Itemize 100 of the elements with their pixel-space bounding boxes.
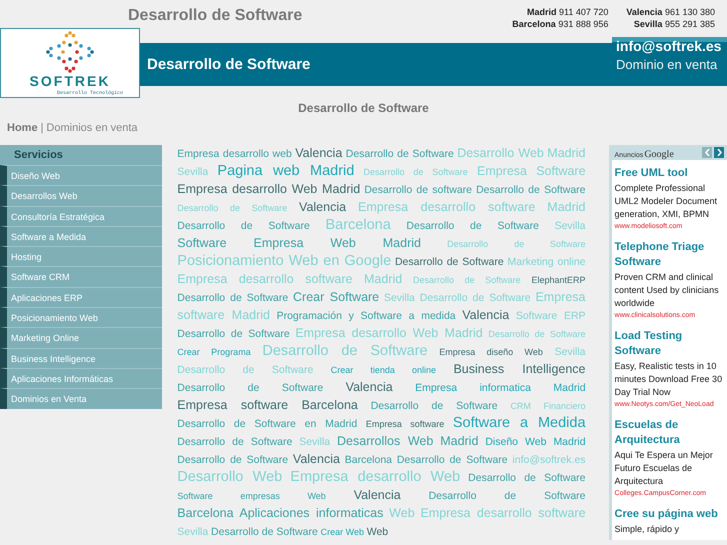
sidebar-item[interactable]: Dominios en Venta: [0, 388, 162, 409]
sidebar-item[interactable]: Software a Medida: [0, 226, 162, 246]
ad-title-link[interactable]: Free UML tool: [614, 166, 726, 181]
ad-title-link[interactable]: Load Testing Software: [614, 329, 726, 359]
tag-link[interactable]: Desarrollo de Software: [211, 526, 318, 538]
ad-title-link[interactable]: Escuelas de Arquitectura: [614, 418, 726, 448]
tag-link[interactable]: Empresa desarrollo Web Madrid: [295, 326, 483, 340]
tag-link[interactable]: Madrid: [547, 146, 586, 160]
tag-link[interactable]: Software ERP: [516, 310, 586, 322]
sidebar-item[interactable]: Posicionamiento Web: [0, 307, 162, 328]
tag-link[interactable]: Desarrollo de Software: [413, 275, 521, 285]
tag-link[interactable]: Desarrollo de Software: [488, 329, 586, 339]
next-button[interactable]: [714, 147, 724, 158]
ad-title-link[interactable]: Cree su página web: [614, 507, 726, 522]
tag-link[interactable]: Software a Medida: [452, 415, 586, 431]
tag-link[interactable]: Empresa desarrollo software: [358, 200, 536, 214]
tag-link[interactable]: Desarrollo de Software: [177, 203, 288, 213]
tag-link[interactable]: Pagina web Madrid: [217, 163, 354, 179]
tag-link[interactable]: Valencia: [462, 308, 510, 322]
tag-link[interactable]: Valencia: [346, 380, 393, 394]
tag-link[interactable]: Desarrollo de Software: [177, 220, 310, 232]
tag-link[interactable]: Empresa desarrollo software Madrid: [177, 272, 402, 286]
sidebar-item[interactable]: Desarrollos Web: [0, 185, 162, 206]
ad-title-link[interactable]: Telephone Triage Software: [614, 240, 726, 270]
tag-link[interactable]: Desarrollo de Software: [468, 472, 586, 484]
tag-link[interactable]: Desarrollo de Software: [262, 343, 428, 359]
tag-link[interactable]: Crear Web: [320, 527, 364, 537]
sidebar-item[interactable]: Consultoría Estratégica: [0, 206, 162, 226]
home-link[interactable]: Home: [7, 122, 38, 145]
tag-link[interactable]: Madrid: [440, 434, 478, 448]
tag-link[interactable]: Programación y Software a medida: [276, 310, 456, 322]
tag-link[interactable]: Madrid: [547, 200, 586, 214]
tag-link[interactable]: Sevilla: [177, 526, 208, 538]
tag-link[interactable]: Desarrollo de Software: [476, 184, 586, 196]
tag-link[interactable]: Barcelona: [325, 217, 391, 233]
tag-link[interactable]: Web: [366, 526, 388, 538]
tag-link[interactable]: Empresa: [535, 290, 586, 304]
tag-link[interactable]: Sevilla: [554, 220, 586, 232]
tag-link[interactable]: Desarrollo de software: [364, 184, 472, 196]
tag-link[interactable]: Empresa software Barcelona: [177, 398, 358, 412]
tag-link[interactable]: Desarrollo de Software: [177, 382, 324, 394]
sidebar-item[interactable]: Hosting: [0, 246, 162, 266]
sidebar-item[interactable]: Aplicaciones ERP: [0, 286, 162, 308]
tag-link[interactable]: Desarrollo de Software: [177, 436, 292, 448]
tag-link[interactable]: Desarrollo de Software: [346, 148, 454, 160]
tag-link[interactable]: Valencia: [299, 200, 346, 214]
tag-link[interactable]: Software Empresa Web Madrid: [177, 236, 421, 250]
tag-link[interactable]: Empresa software: [366, 419, 444, 429]
tag-link[interactable]: Business Intelligence: [453, 362, 586, 376]
tag-link[interactable]: Desarrollo de Software: [370, 400, 498, 412]
tag-link[interactable]: Barcelona Aplicaciones informaticas: [177, 506, 384, 520]
tag-link[interactable]: Diseño Web Madrid: [485, 436, 586, 448]
tag-link[interactable]: Sevilla: [177, 166, 208, 178]
sidebar-item[interactable]: Business Intelligence: [0, 348, 162, 368]
tag-link[interactable]: Crear Programa: [177, 347, 251, 357]
tag-link[interactable]: Empresa desarrollo Web Madrid: [177, 182, 360, 196]
tag-link[interactable]: Barcelona: [344, 454, 392, 466]
tag-link[interactable]: Valencia: [295, 146, 342, 160]
tag-link[interactable]: Desarrollo de Software: [396, 454, 508, 466]
sidebar-item[interactable]: Software CRM: [0, 266, 162, 287]
tag-link[interactable]: Desarrollo de Software: [177, 292, 288, 304]
tag-link[interactable]: Crear tienda online: [330, 365, 436, 375]
tag-link[interactable]: Desarrollo de Software: [447, 239, 586, 249]
tag-link[interactable]: CRM Financiero: [510, 401, 586, 411]
tag-link[interactable]: Empresa: [476, 164, 528, 178]
tag-link[interactable]: Marketing online: [507, 256, 586, 268]
tag-link[interactable]: Desarrollo Web: [457, 146, 544, 160]
tag-link[interactable]: Sevilla: [384, 292, 415, 304]
tag-link[interactable]: Desarrollo de Software: [177, 454, 288, 466]
tag-link[interactable]: Crear Software: [293, 290, 380, 304]
tag-link[interactable]: Sevilla: [554, 346, 586, 358]
tag-link[interactable]: Software empresas Web: [177, 491, 326, 501]
tag-link[interactable]: Empresa diseño Web: [439, 347, 543, 357]
tag-link[interactable]: Desarrollo de Software: [394, 256, 504, 268]
tag-link[interactable]: ElephantERP: [531, 275, 586, 285]
tag-link[interactable]: Desarrollo de Software en Madrid: [177, 418, 358, 430]
tag-link[interactable]: Desarrollo de Software: [420, 292, 531, 304]
sidebar-item[interactable]: Marketing Online: [0, 327, 162, 348]
tag-link[interactable]: Desarrollo de Software: [177, 364, 314, 376]
tag-link[interactable]: Desarrollo de Software: [177, 328, 290, 340]
tag-link[interactable]: Empresa desarrollo web: [177, 148, 292, 160]
tag-link[interactable]: Web: [389, 506, 415, 520]
sidebar-item[interactable]: Aplicaciones Informáticas: [0, 368, 162, 388]
sidebar-item[interactable]: Diseño Web: [0, 165, 162, 186]
tag-link[interactable]: Desarrollo de Software: [406, 220, 539, 232]
tag-link[interactable]: info@softrek.es: [512, 454, 586, 466]
chevron-right-icon: [716, 149, 722, 156]
tag-link[interactable]: Empresa desarrollo Web: [290, 469, 460, 485]
tag-link[interactable]: Desarrollo de Software: [363, 167, 468, 177]
tag-link[interactable]: Sevilla: [299, 436, 330, 448]
tag-link[interactable]: Desarrollo Web: [177, 469, 282, 485]
tag-link[interactable]: Empresa informatica Madrid: [415, 382, 586, 394]
tag-link[interactable]: software Madrid: [177, 308, 270, 322]
tag-link[interactable]: Posicionamiento Web en Google: [177, 253, 392, 269]
tag-link[interactable]: Valencia: [292, 452, 340, 466]
tag-link[interactable]: Desarrollos Web: [337, 434, 434, 448]
tag-link[interactable]: Empresa desarrollo software: [420, 506, 586, 520]
tag-link[interactable]: Software: [536, 164, 586, 178]
tag-link[interactable]: Desarrollo de Software: [428, 490, 586, 502]
tag-link[interactable]: Valencia: [354, 488, 401, 502]
